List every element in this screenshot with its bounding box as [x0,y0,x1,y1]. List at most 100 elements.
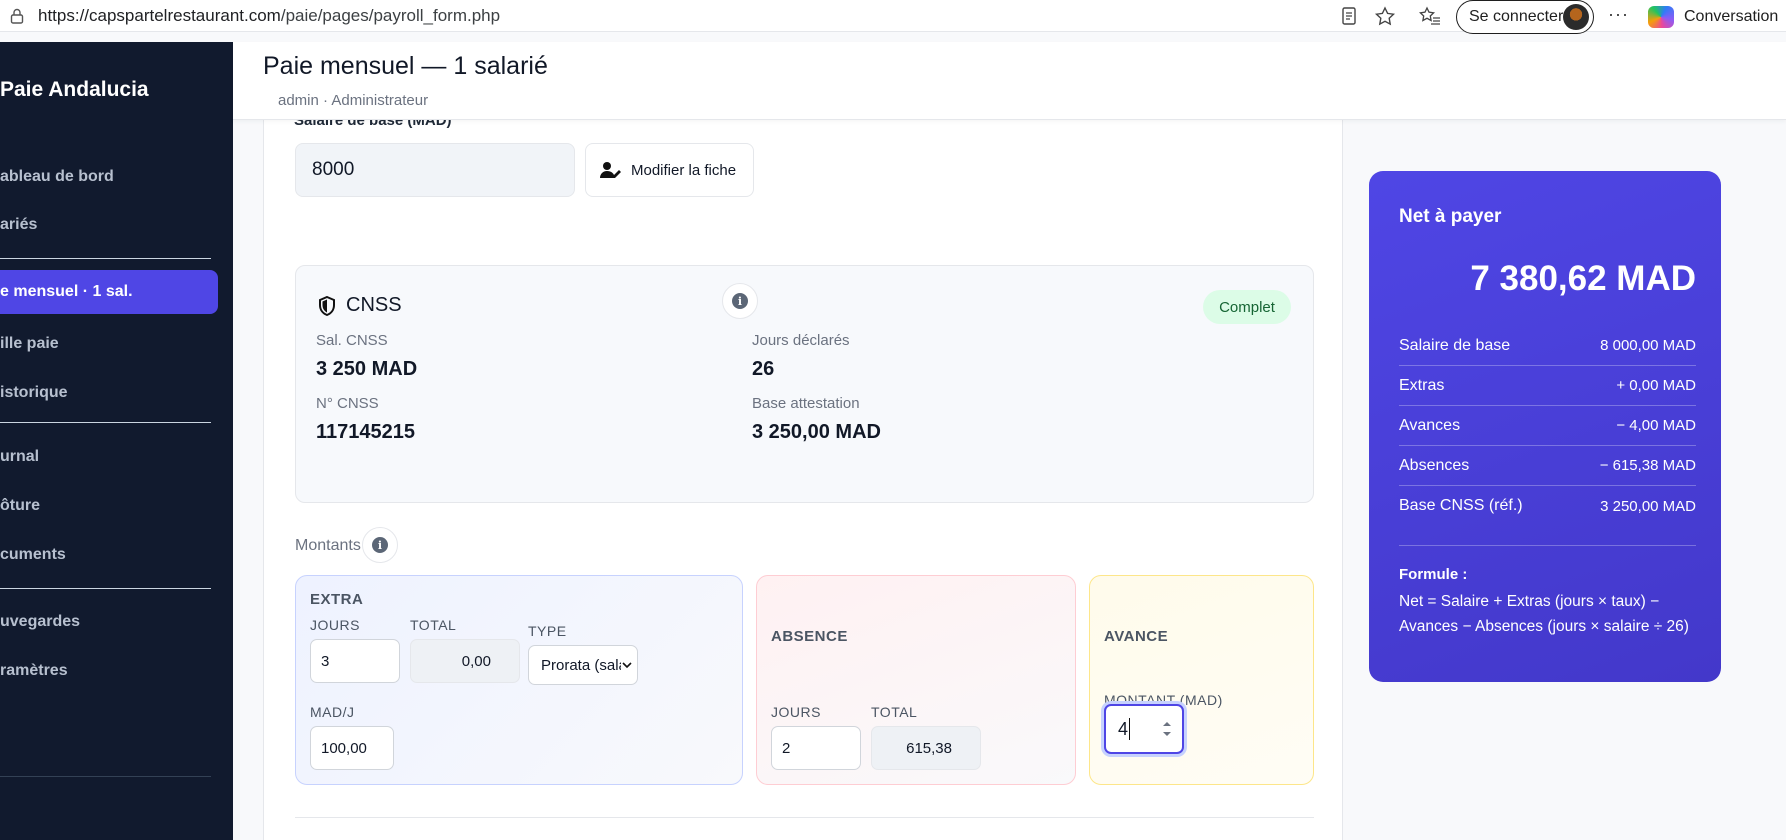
absence-total-value: 615,38 [871,726,981,770]
avance-panel: AVANCE MONTANT (MAD) 4 [1089,575,1314,785]
absence-total-label: TOTAL [871,704,918,720]
info-icon: i [372,537,388,553]
base-attestation-label: Base attestation [752,395,860,412]
sal-cnss-value: 3 250 MAD [316,358,418,380]
extra-type-value: Prorata (salai [541,656,631,674]
net-row: Salaire de base 8 000,00 MAD [1399,326,1696,366]
sidebar-item-cloture[interactable]: ôture [0,484,218,528]
more-icon[interactable]: ··· [1608,4,1629,25]
page-header: Paie mensuel — 1 salarié admin · Adminis… [233,42,1786,120]
brand-title: Paie Andalucia [0,78,149,101]
numero-cnss-label: N° CNSS [316,395,379,412]
net-row: Base CNSS (réf.) 3 250,00 MAD [1399,486,1696,526]
modify-sheet-label: Modifier la fiche [631,161,737,179]
avatar [1563,4,1589,30]
net-row-label: Extras [1399,376,1445,394]
net-title: Net à payer [1399,206,1502,227]
sidebar-item-parametres[interactable]: ramètres [0,649,218,693]
net-divider [1399,545,1696,546]
montants-info-button[interactable]: i [362,527,398,563]
extra-total-value: 0,00 [410,639,520,683]
sidebar-item-journal[interactable]: urnal [0,435,218,479]
net-row-value: − 4,00 MAD [1616,417,1696,434]
address-bar[interactable]: https://capspartelrestaurant.com/paie/pa… [38,6,500,26]
sidebar-divider [0,588,211,589]
net-row-label: Base CNSS (réf.) [1399,497,1523,514]
net-amount: 7 380,62 MAD [1470,259,1696,298]
avance-title: AVANCE [1104,628,1169,645]
base-attestation-value: 3 250,00 MAD [752,421,881,443]
absence-panel: ABSENCE JOURS 2 TOTAL 615,38 [756,575,1076,785]
sign-in-button[interactable]: Se connecter [1456,0,1594,34]
net-row-label: Avances [1399,416,1461,434]
cnss-panel: CNSS i Complet Sal. CNSS 3 250 MAD Jours… [295,265,1314,503]
cnss-title: CNSS [318,294,402,317]
absence-jours-label: JOURS [771,704,821,720]
chevron-down-icon [621,659,633,671]
sidebar-divider [0,422,211,423]
sidebar-item-sauvegardes[interactable]: uvegardes [0,600,218,644]
extra-panel: EXTRA JOURS 3 TOTAL 0,00 TYPE Prorata (s… [295,575,743,785]
sidebar-divider [0,776,211,777]
url-host: https://capspartelrestaurant.com [38,6,281,25]
copilot-icon [1648,6,1674,28]
sidebar-item-dashboard[interactable]: ableau de bord [0,155,218,199]
formula-text: Net = Salaire + Extras (jours × taux) − … [1399,593,1689,635]
url-path: /paie/pages/payroll_form.php [280,6,501,25]
net-row-value: 3 250,00 MAD [1600,497,1696,515]
avance-montant-value: 4 [1118,718,1129,739]
sidebar-item-paie-mensuel[interactable]: e mensuel · 1 sal. [0,270,218,314]
absence-title: ABSENCE [771,628,848,645]
numero-cnss-value: 117145215 [316,421,416,443]
extra-title: EXTRA [310,591,364,608]
status-badge: Complet [1203,290,1291,324]
modify-sheet-button[interactable]: Modifier la fiche [585,143,754,197]
conversation-label: Conversation [1684,8,1779,25]
net-summary-card: Net à payer 7 380,62 MAD Salaire de base… [1369,171,1721,682]
favorites-icon[interactable] [1419,6,1441,26]
net-row-value: 8 000,00 MAD [1600,337,1696,354]
extra-madj-input[interactable]: 100,00 [310,726,394,770]
page-title: Paie mensuel — 1 salarié [263,52,548,80]
net-row-label: Absences [1399,456,1470,474]
sidebar: Paie Andalucia ableau de bord ariés e me… [0,42,233,840]
net-row: Absences − 615,38 MAD [1399,446,1696,486]
text-caret [1129,718,1131,740]
montants-label: Montants [295,537,361,554]
net-row: Avances − 4,00 MAD [1399,406,1696,446]
extra-jours-label: JOURS [310,617,360,633]
sidebar-item-salaries[interactable]: ariés [0,203,218,247]
formula-title: Formule : [1399,566,1468,583]
sign-in-label: Se connecter [1469,8,1564,25]
extra-type-select[interactable]: Prorata (salai [528,645,638,685]
reader-icon[interactable] [1338,6,1360,26]
browser-toolbar: https://capspartelrestaurant.com/paie/pa… [0,0,1786,34]
cnss-info-button[interactable]: i [722,283,758,319]
extra-jours-input[interactable]: 3 [310,639,400,683]
sal-cnss-label: Sal. CNSS [316,332,388,349]
sidebar-item-feuille-paie[interactable]: ille paie [0,322,218,366]
lock-icon [10,8,24,24]
conversation-button[interactable]: Conversation [1648,6,1778,28]
stepper-icon[interactable] [1162,718,1172,740]
section-divider [295,817,1314,818]
cnss-title-text: CNSS [346,294,402,316]
avance-montant-input[interactable]: 4 [1104,704,1184,754]
user-edit-icon [600,162,621,178]
star-icon[interactable] [1374,6,1396,26]
salaire-input[interactable]: 8000 [295,143,575,197]
net-row-value: − 615,38 MAD [1599,457,1696,474]
sidebar-item-historique[interactable]: istorique [0,371,218,415]
shield-icon [319,295,335,316]
payroll-form-card: Salaire de base (MAD) 8000 Modifier la f… [263,112,1343,840]
sidebar-divider [0,258,211,259]
sidebar-item-documents[interactable]: cuments [0,533,218,577]
net-row-label: Salaire de base [1399,336,1511,354]
extra-type-label: TYPE [528,623,567,639]
info-icon: i [732,293,748,309]
extra-madj-label: MAD/J [310,704,355,720]
absence-jours-input[interactable]: 2 [771,726,861,770]
user-role: admin · Administrateur [278,92,429,109]
net-row: Extras + 0,00 MAD [1399,366,1696,406]
jours-declares-label: Jours déclarés [752,332,850,349]
